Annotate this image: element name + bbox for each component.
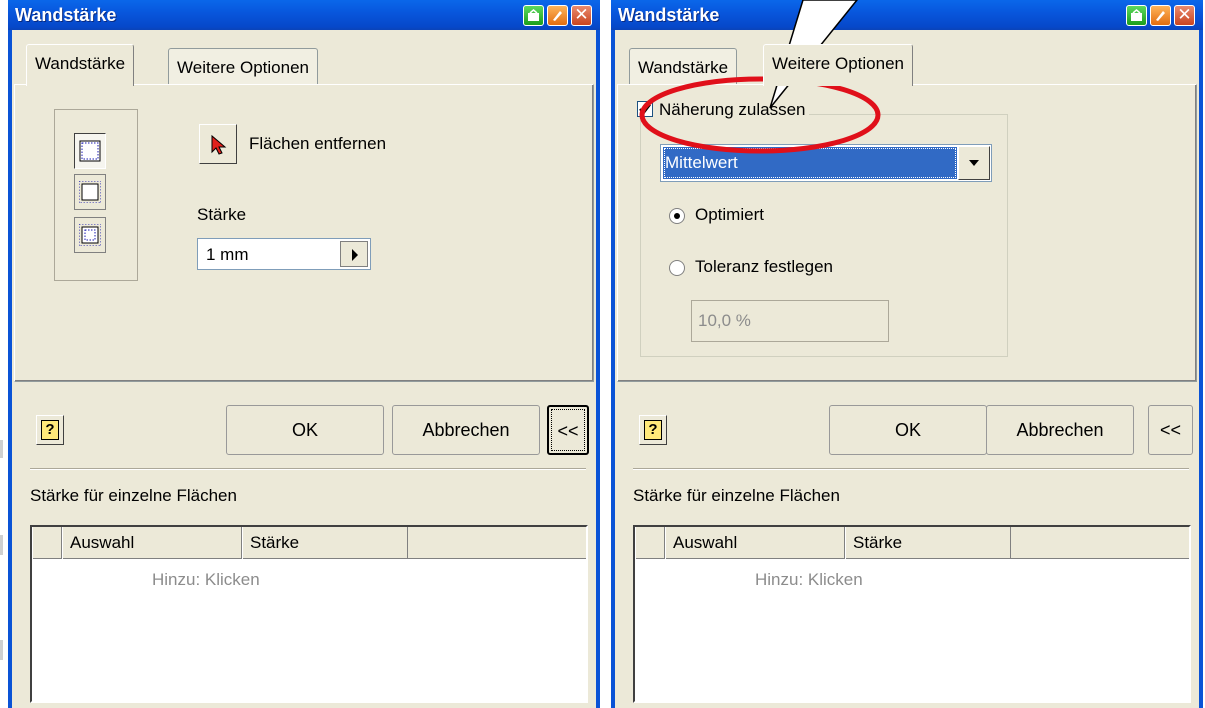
thickness-value: 1 mm [206,245,249,264]
chevron-down-icon [969,160,979,166]
cancel-button[interactable]: Abbrechen [392,405,540,455]
window-title: Wandstärke [618,5,720,25]
thickness-input[interactable]: 1 mm [197,238,371,270]
approximation-mode-select[interactable]: Mittelwert [660,144,992,182]
cancel-button[interactable]: Abbrechen [986,405,1134,455]
checkbox-box[interactable] [637,101,653,117]
row-indicator-header [635,527,665,559]
approximation-checkbox[interactable]: Näherung zulassen [633,100,810,120]
ok-button[interactable]: OK [829,405,987,455]
remove-faces-label: Flächen entfernen [249,134,387,153]
column-header-thickness[interactable]: Stärke [242,527,408,559]
table-header: Auswahl Stärke [635,527,1189,559]
wall-thickness-dialog-right: Wandstärke ✕ Wandstärke Weitere Optionen… [611,0,1203,708]
help-icon: ? [41,420,59,440]
apply-icon[interactable] [523,5,544,26]
table-placeholder[interactable]: Hinzu: Klicken [755,570,863,590]
help-button[interactable]: ? [639,415,667,445]
column-header-selection[interactable]: Auswahl [665,527,845,559]
dropdown-button[interactable] [958,146,990,180]
direction-button-group [54,109,138,281]
tab-wall-thickness[interactable]: Wandstärke [629,48,738,86]
column-header-selection[interactable]: Auswahl [62,527,242,559]
tolerance-input: 10,0 % [691,300,889,342]
thickness-label: Stärke [197,205,247,224]
row-indicator-header [32,527,62,559]
column-header-thickness[interactable]: Stärke [845,527,1011,559]
separator [633,468,1189,470]
edit-icon[interactable] [547,5,568,26]
wall-thickness-dialog-left: Wandstärke ✕ Wandstärke Weitere Optionen… [8,0,600,708]
radio-tolerance-label: Toleranz festlegen [695,257,833,276]
remove-faces-button[interactable] [199,124,237,164]
page-gap [602,0,611,708]
tab-more-options[interactable]: Weitere Optionen [763,44,913,86]
collapse-button[interactable]: << [1148,405,1193,455]
thickness-menu-button[interactable] [340,241,368,267]
individual-faces-table[interactable]: Auswahl Stärke Hinzu: Klicken [30,525,588,703]
approximation-mode-value: Mittelwert [663,147,957,179]
cursor-arrow-icon [211,134,227,155]
title-bar: Wandstärke ✕ [8,0,600,30]
close-icon[interactable]: ✕ [1174,5,1195,26]
approximation-label: Näherung zulassen [659,100,806,119]
separator [30,468,586,470]
outside-direction-button[interactable] [74,174,106,210]
radio-optimized-label: Optimiert [695,205,764,224]
ok-button[interactable]: OK [226,405,384,455]
section-label: Stärke für einzelne Flächen [30,486,237,505]
help-icon: ? [644,420,662,440]
triangle-right-icon [352,249,358,261]
individual-faces-table[interactable]: Auswahl Stärke Hinzu: Klicken [633,525,1191,703]
checkmark-icon [639,103,651,115]
window-title: Wandstärke [15,5,117,25]
page-edge-mark [0,640,3,660]
section-label: Stärke für einzelne Flächen [633,486,840,505]
table-placeholder[interactable]: Hinzu: Klicken [152,570,260,590]
table-header: Auswahl Stärke [32,527,586,559]
inside-direction-button[interactable] [74,133,106,169]
both-directions-button[interactable] [74,217,106,253]
apply-icon[interactable] [1126,5,1147,26]
help-button[interactable]: ? [36,415,64,445]
page-edge-mark [0,535,3,555]
tab-more-options[interactable]: Weitere Optionen [168,48,318,86]
title-bar: Wandstärke ✕ [611,0,1203,30]
close-icon[interactable]: ✕ [571,5,592,26]
collapse-button[interactable]: << [547,405,589,455]
tolerance-value: 10,0 % [698,311,751,330]
page-edge-mark [0,440,3,458]
tab-wall-thickness[interactable]: Wandstärke [26,44,135,86]
edit-icon[interactable] [1150,5,1171,26]
radio-optimized[interactable] [669,208,685,224]
radio-tolerance[interactable] [669,260,685,276]
